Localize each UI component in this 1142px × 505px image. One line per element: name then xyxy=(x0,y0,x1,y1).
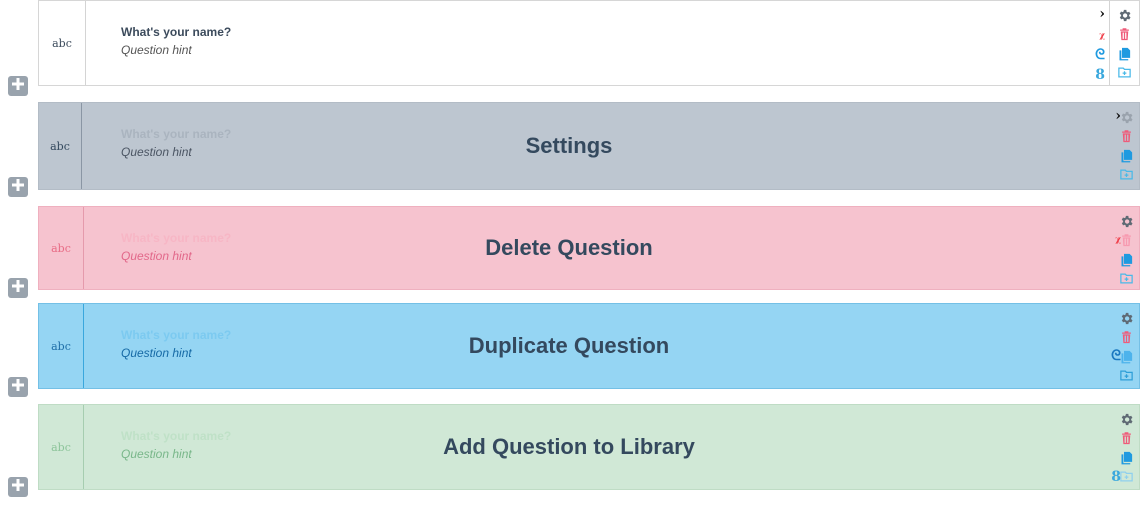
question-type-label: abc xyxy=(39,1,86,85)
trash-icon xyxy=(1119,431,1134,446)
delete-button[interactable] xyxy=(1118,128,1134,144)
question-row[interactable]: abc What's your name? Question hint › ᵪ … xyxy=(38,0,1140,86)
copy-icon xyxy=(1119,148,1134,163)
add-question-button[interactable] xyxy=(8,177,28,197)
delete-shortcut-mark: ᵪ xyxy=(1099,26,1105,42)
question-type-label: abc xyxy=(39,207,84,289)
trash-icon xyxy=(1119,330,1134,345)
question-title[interactable]: What's your name? xyxy=(121,25,231,39)
add-question-button[interactable] xyxy=(8,278,28,298)
duplicate-button[interactable] xyxy=(1117,45,1133,61)
question-text[interactable]: What's your name? Question hint xyxy=(121,429,231,461)
folder-plus-icon xyxy=(1119,271,1134,286)
add-question-button[interactable] xyxy=(8,76,28,96)
settings-button[interactable] xyxy=(1118,411,1134,427)
gear-icon xyxy=(1119,311,1134,326)
gear-icon xyxy=(1117,8,1132,23)
settings-button[interactable] xyxy=(1117,7,1133,23)
plus-icon xyxy=(11,178,25,197)
delete-button[interactable] xyxy=(1117,26,1133,42)
add-to-library-button[interactable] xyxy=(1118,270,1134,286)
copy-icon xyxy=(1119,450,1134,465)
library-shortcut-mark: 8 xyxy=(1095,67,1105,83)
question-hint[interactable]: Question hint xyxy=(121,447,231,461)
question-text[interactable]: What's your name? Question hint xyxy=(121,25,231,57)
delete-shortcut-mark: ᵪ xyxy=(1115,230,1121,246)
duplicate-button[interactable] xyxy=(1118,251,1134,267)
settings-shortcut-mark: › xyxy=(1099,6,1105,22)
add-question-button[interactable] xyxy=(8,477,28,497)
question-row[interactable]: abc What's your name? Question hint Sett… xyxy=(38,102,1140,190)
trash-icon xyxy=(1117,27,1132,42)
question-title[interactable]: What's your name? xyxy=(121,429,231,443)
plus-icon xyxy=(11,378,25,397)
folder-plus-icon xyxy=(1117,65,1132,80)
question-title[interactable]: What's your name? xyxy=(121,231,231,245)
add-to-library-button[interactable] xyxy=(1118,166,1134,182)
question-hint[interactable]: Question hint xyxy=(121,43,231,57)
question-title[interactable]: What's your name? xyxy=(121,127,231,141)
delete-button[interactable] xyxy=(1118,430,1134,446)
question-type-label: abc xyxy=(39,103,82,189)
question-row[interactable]: abc What's your name? Question hint Dele… xyxy=(38,206,1140,290)
gear-icon xyxy=(1119,214,1134,229)
question-hint[interactable]: Question hint xyxy=(121,346,231,360)
question-row[interactable]: abc What's your name? Question hint Dupl… xyxy=(38,303,1140,389)
settings-button[interactable] xyxy=(1118,213,1134,229)
question-text[interactable]: What's your name? Question hint xyxy=(121,328,231,360)
duplicate-shortcut-mark: ᘓ xyxy=(1111,348,1121,364)
copy-icon xyxy=(1119,252,1134,267)
delete-button[interactable] xyxy=(1118,329,1134,345)
add-to-library-button[interactable] xyxy=(1118,367,1134,383)
plus-icon xyxy=(11,279,25,298)
folder-plus-icon xyxy=(1119,167,1134,182)
question-text[interactable]: What's your name? Question hint xyxy=(121,231,231,263)
settings-shortcut-mark: › xyxy=(1115,108,1121,124)
question-hint[interactable]: Question hint xyxy=(121,145,231,159)
question-type-label: abc xyxy=(39,304,84,388)
duplicate-shortcut-mark: ᘓ xyxy=(1095,47,1105,63)
add-question-button[interactable] xyxy=(8,377,28,397)
question-hint[interactable]: Question hint xyxy=(121,249,231,263)
duplicate-button[interactable] xyxy=(1118,449,1134,465)
gear-icon xyxy=(1119,412,1134,427)
question-actions xyxy=(1109,1,1139,85)
question-row[interactable]: abc What's your name? Question hint Add … xyxy=(38,404,1140,490)
copy-icon xyxy=(1117,46,1132,61)
add-to-library-button[interactable] xyxy=(1117,64,1133,80)
duplicate-button[interactable] xyxy=(1118,147,1134,163)
question-actions xyxy=(1117,213,1135,286)
question-text[interactable]: What's your name? Question hint xyxy=(121,127,231,159)
settings-button[interactable] xyxy=(1118,310,1134,326)
plus-icon xyxy=(11,478,25,497)
plus-icon xyxy=(11,77,25,96)
question-type-label: abc xyxy=(39,405,84,489)
library-shortcut-mark: 8 xyxy=(1111,469,1121,485)
trash-icon xyxy=(1119,129,1134,144)
question-actions xyxy=(1117,310,1135,383)
question-title[interactable]: What's your name? xyxy=(121,328,231,342)
folder-plus-icon xyxy=(1119,368,1134,383)
